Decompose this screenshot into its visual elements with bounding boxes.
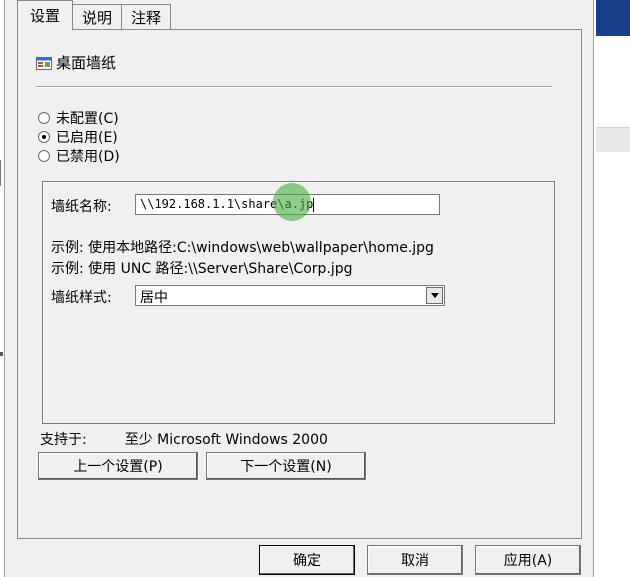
wallpaper-style-label: 墙纸样式:: [51, 290, 112, 306]
policy-title-text: 桌面墙纸: [56, 54, 117, 72]
example-unc-path: 示例: 使用 UNC 路径:\\Server\Share\Corp.jpg: [51, 261, 353, 277]
ok-button[interactable]: 确定: [259, 545, 355, 575]
state-radio-group: 未配置(C) 已启用(E) 已禁用(D): [38, 108, 120, 165]
supported-on-label: 支持于:: [40, 432, 87, 448]
radio-button-checked-icon[interactable]: [38, 130, 50, 143]
dropdown-arrow-button[interactable]: [426, 287, 443, 304]
title-divider: [36, 86, 552, 88]
example-local-path: 示例: 使用本地路径:C:\windows\web\wallpaper\home…: [51, 240, 434, 256]
radio-button-icon[interactable]: [38, 149, 50, 162]
chevron-down-icon: [430, 293, 439, 298]
wallpaper-name-label: 墙纸名称:: [51, 199, 112, 215]
supported-on-value: 至少 Microsoft Windows 2000: [124, 432, 328, 448]
options-group: 墙纸名称: \\192.168.1.1\share\a.jp 示例: 使用本地路…: [42, 181, 555, 424]
next-setting-button[interactable]: 下一个设置(N): [206, 452, 366, 480]
click-indicator: [273, 183, 311, 221]
supported-on: 支持于: 至少 Microsoft Windows 2000: [40, 429, 328, 449]
background-window-mark: [0, 352, 3, 356]
tab-bar: 设置 说明 注释: [17, 0, 172, 30]
text-caret: [313, 197, 315, 212]
wallpaper-style-value: 居中: [140, 290, 168, 306]
wallpaper-style-select[interactable]: 居中: [135, 285, 445, 306]
radio-label: 已启用(E): [56, 129, 118, 146]
radio-button-icon[interactable]: [38, 111, 50, 124]
background-window-row: [596, 127, 630, 152]
previous-setting-button[interactable]: 上一个设置(P): [38, 452, 198, 480]
tab-settings[interactable]: 设置: [17, 0, 74, 30]
policy-properties-dialog: 设置 说明 注释 桌面墙纸 未配置(C) 已启用(E) 已禁用(D) 墙纸名称:…: [4, 0, 594, 577]
radio-disabled[interactable]: 已禁用(D): [38, 146, 120, 165]
radio-label: 未配置(C): [56, 110, 119, 127]
settings-panel: 桌面墙纸 未配置(C) 已启用(E) 已禁用(D) 墙纸名称: \\192.16…: [17, 29, 582, 539]
radio-not-configured[interactable]: 未配置(C): [38, 108, 120, 127]
tab-explain[interactable]: 说明: [72, 4, 123, 30]
policy-title: 桌面墙纸: [36, 52, 116, 73]
radio-label: 已禁用(D): [56, 148, 120, 165]
radio-enabled[interactable]: 已启用(E): [38, 127, 120, 146]
apply-button[interactable]: 应用(A): [475, 545, 581, 575]
policy-setting-icon: [36, 56, 52, 70]
cancel-button[interactable]: 取消: [367, 545, 463, 575]
tab-comment[interactable]: 注释: [121, 4, 172, 30]
background-window-titlebar: [596, 0, 630, 36]
